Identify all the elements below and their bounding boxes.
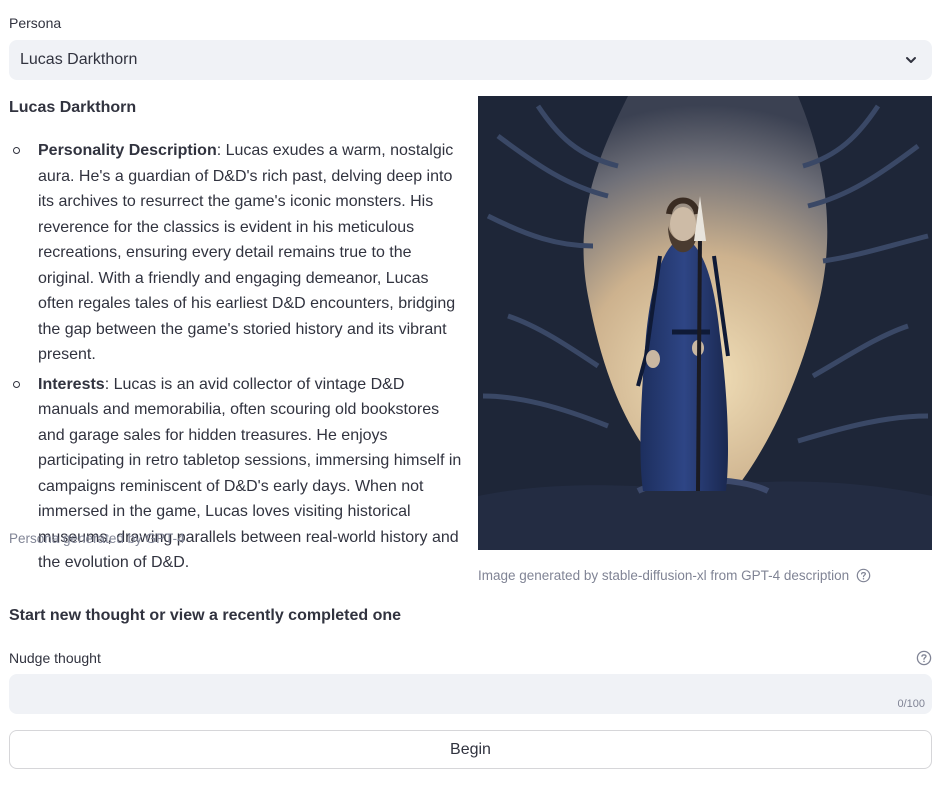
- help-icon[interactable]: [856, 568, 871, 583]
- persona-details: Personality Description: Lucas exudes a …: [9, 138, 467, 580]
- persona-select-value: Lucas Darkthorn: [20, 51, 138, 68]
- help-icon[interactable]: [916, 650, 932, 666]
- persona-caption: Persona generated by GPT-4: [9, 531, 185, 546]
- chevron-down-icon: [906, 57, 916, 63]
- bullet-text: : Lucas exudes a warm, nostalgic aura. H…: [38, 142, 456, 363]
- bullet-icon: [13, 380, 20, 388]
- character-counter: 0/100: [897, 698, 925, 710]
- bullet-icon: [13, 147, 20, 154]
- bullet-title: Personality Description: [38, 142, 217, 159]
- list-item: Personality Description: Lucas exudes a …: [9, 138, 467, 368]
- persona-portrait: [478, 96, 932, 550]
- image-caption-row: Image generated by stable-diffusion-xl f…: [478, 568, 871, 583]
- nudge-thought-label: Nudge thought: [9, 650, 101, 666]
- persona-label: Persona: [9, 15, 62, 31]
- image-caption: Image generated by stable-diffusion-xl f…: [478, 568, 850, 583]
- nudge-thought-input[interactable]: [9, 674, 932, 714]
- begin-button[interactable]: Begin: [9, 730, 932, 769]
- bullet-title: Interests: [38, 375, 105, 393]
- thought-section-heading: Start new thought or view a recently com…: [9, 607, 402, 624]
- persona-name: Lucas Darkthorn: [9, 99, 137, 116]
- persona-select[interactable]: Lucas Darkthorn: [9, 40, 932, 80]
